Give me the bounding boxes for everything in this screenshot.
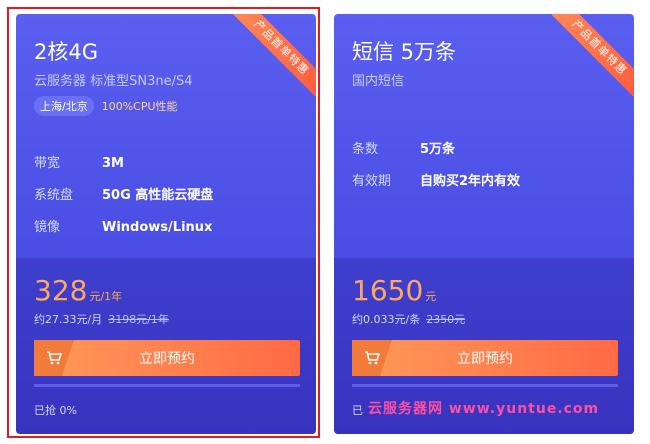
- original-price: 2350元: [426, 313, 466, 326]
- price-value: 328: [34, 274, 88, 307]
- spec-row: 带宽 3M: [34, 152, 124, 171]
- product-card-server[interactable]: 产品首单特惠 2核4G 云服务器 标准型SN3ne/S4 上海/北京 100%C…: [16, 14, 316, 434]
- spec-key: 系统盘: [34, 188, 74, 203]
- spec-value: 50G 高性能云硬盘: [102, 188, 214, 203]
- price-value: 1650: [352, 274, 424, 307]
- sold-status: 已抢 0%: [34, 404, 77, 417]
- product-card-sms[interactable]: 产品首单特惠 短信 5万条 国内短信 条数 5万条 有效期 自购买2年内有效 165…: [334, 14, 634, 434]
- reserve-button-label: 立即预约: [457, 351, 513, 367]
- promo-ribbon-label: 产品首单特惠: [552, 14, 634, 96]
- price-detail: 约27.33元/月 3198元/1年: [34, 311, 169, 327]
- card-subtitle: 国内短信: [352, 74, 405, 89]
- spec-row: 镜像 Windows/Linux: [34, 216, 212, 235]
- price-unit: 元: [425, 290, 437, 303]
- card-tags: 上海/北京 100%CPU性能: [34, 96, 178, 116]
- cart-icon: [34, 340, 74, 376]
- monthly-price: 约27.33元/月: [34, 313, 103, 326]
- spec-value: 自购买2年内有效: [420, 174, 521, 189]
- reserve-button-label: 立即预约: [139, 351, 195, 367]
- price: 328 元/1年: [34, 274, 122, 307]
- price-detail: 约0.033元/条 2350元: [352, 311, 465, 327]
- spec-value: 5万条: [420, 142, 456, 157]
- unit-price: 约0.033元/条: [352, 313, 421, 326]
- spec-key: 带宽: [34, 156, 61, 171]
- promo-ribbon-label: 产品首单特惠: [234, 14, 316, 96]
- spec-row: 条数 5万条: [352, 138, 455, 157]
- spec-key: 条数: [352, 142, 379, 157]
- spec-row: 有效期 自购买2年内有效: [352, 170, 520, 189]
- spec-value: 3M: [102, 156, 124, 171]
- spec-key: 有效期: [352, 174, 392, 189]
- original-price: 3198元/1年: [108, 313, 169, 326]
- cart-icon: [352, 340, 392, 376]
- performance-tag: 100%CPU性能: [101, 100, 178, 113]
- reserve-button[interactable]: 立即预约: [34, 340, 300, 376]
- price: 1650 元: [352, 274, 436, 307]
- region-tag: 上海/北京: [34, 96, 94, 116]
- card-title: 2核4G: [34, 40, 98, 64]
- watermark: 云服务器网 www.yuntue.com: [368, 401, 600, 417]
- sold-progress-bar: [34, 384, 300, 387]
- sold-progress-bar: [352, 384, 618, 387]
- spec-key: 镜像: [34, 220, 61, 235]
- card-subtitle: 云服务器 标准型SN3ne/S4: [34, 74, 193, 89]
- promo-ribbon: 产品首单特惠: [234, 14, 316, 96]
- reserve-button[interactable]: 立即预约: [352, 340, 618, 376]
- promo-ribbon: 产品首单特惠: [552, 14, 634, 96]
- sold-status: 已: [352, 404, 363, 417]
- spec-row: 系统盘 50G 高性能云硬盘: [34, 184, 213, 203]
- card-title: 短信 5万条: [352, 40, 457, 64]
- price-unit: 元/1年: [89, 290, 123, 303]
- spec-value: Windows/Linux: [102, 220, 213, 235]
